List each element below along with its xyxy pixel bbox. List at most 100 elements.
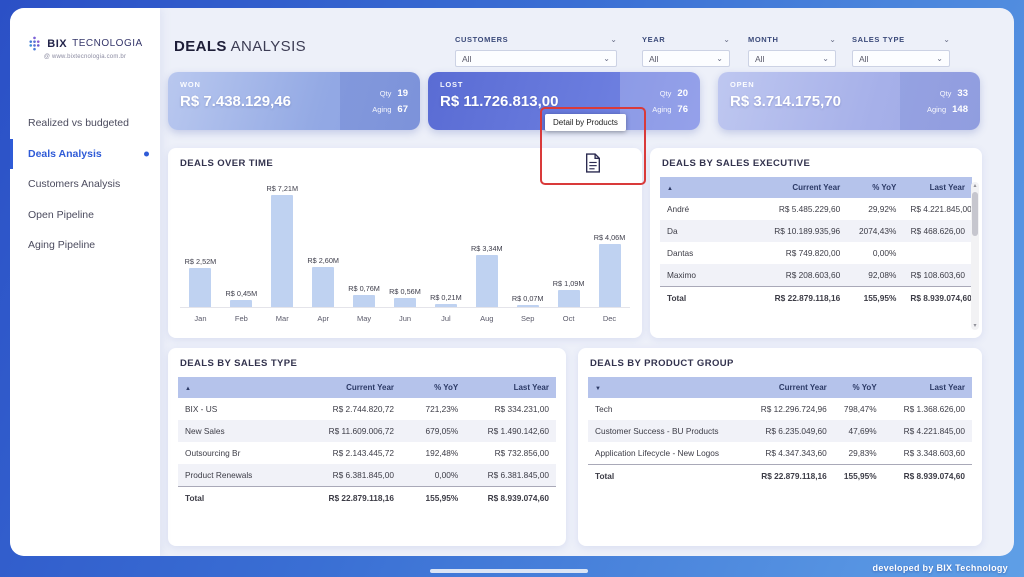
- bar-value-label: R$ 1,09M: [553, 279, 585, 288]
- bar-group-sep[interactable]: R$ 0,07M: [507, 294, 548, 307]
- sidebar-item-open-pipeline[interactable]: Open Pipeline: [10, 200, 160, 231]
- bar[interactable]: [435, 304, 457, 307]
- bar-value-label: R$ 0,21M: [430, 293, 462, 302]
- table-cell: R$ 12.296.724,96: [738, 398, 834, 420]
- scroll-down-icon[interactable]: ▾: [971, 322, 979, 330]
- deals-by-sales-type-card: DEALS BY SALES TYPE ▲ Current Year % YoY…: [168, 348, 566, 546]
- table-cell: R$ 8.939.074,60: [884, 465, 972, 488]
- bar[interactable]: [394, 298, 416, 307]
- page-title-light: ANALYSIS: [227, 38, 306, 55]
- chevron-down-icon: ⌄: [936, 56, 943, 62]
- bar-group-feb[interactable]: R$ 0,45M: [221, 289, 262, 307]
- sidebar-item-aging-pipeline[interactable]: Aging Pipeline: [10, 230, 160, 261]
- table-cell: R$ 11.609.006,72: [288, 420, 401, 442]
- table-row[interactable]: DantasR$ 749.820,000,00%: [660, 242, 972, 264]
- scroll-up-icon[interactable]: ▴: [971, 182, 979, 190]
- bar-group-may[interactable]: R$ 0,76M: [344, 284, 385, 307]
- table-row[interactable]: BIX - USR$ 2.744.820,72721,23%R$ 334.231…: [178, 398, 556, 420]
- chevron-down-icon[interactable]: ⌄: [829, 37, 836, 43]
- bottom-indicator: [430, 569, 588, 573]
- column-header-last-year[interactable]: Last Year: [465, 377, 556, 398]
- chevron-down-icon[interactable]: ⌄: [723, 37, 730, 43]
- table-total-row[interactable]: TotalR$ 22.879.118,16155,95%R$ 8.939.074…: [588, 465, 972, 488]
- bar-group-mar[interactable]: R$ 7,21M: [262, 184, 303, 307]
- x-axis-label: Jul: [425, 314, 466, 326]
- bar[interactable]: [189, 268, 211, 307]
- bar-value-label: R$ 7,21M: [266, 184, 298, 193]
- bar-group-jan[interactable]: R$ 2,52M: [180, 257, 221, 307]
- filter-customers-dropdown[interactable]: All ⌄: [455, 50, 617, 67]
- bar-group-dec[interactable]: R$ 4,06M: [589, 233, 630, 307]
- table-row[interactable]: MaximoR$ 208.603,6092,08%R$ 108.603,60: [660, 264, 972, 287]
- column-header-name[interactable]: ▲: [178, 377, 288, 398]
- column-header-name[interactable]: ▼: [588, 377, 738, 398]
- table-cell: 0,00%: [847, 242, 903, 264]
- sidebar-item-deals-analysis[interactable]: Deals Analysis: [10, 139, 160, 170]
- table-cell: R$ 3.348.603,60: [884, 442, 972, 465]
- bar[interactable]: [558, 290, 580, 307]
- column-header-current-year[interactable]: Current Year: [750, 177, 847, 198]
- bar-group-jun[interactable]: R$ 0,56M: [385, 287, 426, 307]
- bar[interactable]: [517, 305, 539, 307]
- sidebar-item-label: Customers Analysis: [28, 178, 120, 190]
- table-cell: 192,48%: [401, 442, 465, 464]
- filter-sales-type-dropdown[interactable]: All ⌄: [852, 50, 950, 67]
- bar[interactable]: [476, 255, 498, 307]
- chevron-down-icon[interactable]: ⌄: [943, 37, 950, 43]
- table-total-row[interactable]: TotalR$ 22.879.118,16155,95%R$ 8.939.074…: [660, 287, 972, 310]
- filter-month: MONTH ⌄ All ⌄: [748, 35, 836, 67]
- column-header-last-year[interactable]: Last Year: [884, 377, 972, 398]
- bar-value-label: R$ 0,07M: [512, 294, 544, 303]
- bar[interactable]: [599, 244, 621, 307]
- page-title: DEALS ANALYSIS: [174, 38, 306, 56]
- scroll-thumb[interactable]: [972, 192, 978, 236]
- table-row[interactable]: Application Lifecycle - New LogosR$ 4.34…: [588, 442, 972, 465]
- sidebar-item-realized-vs-budgeted[interactable]: Realized vs budgeted: [10, 108, 160, 139]
- table-row[interactable]: Customer Success - BU ProductsR$ 6.235.0…: [588, 420, 972, 442]
- sidebar-item-customers-analysis[interactable]: Customers Analysis: [10, 169, 160, 200]
- kpi-qty-label: Qty: [380, 89, 392, 98]
- sales-type-table: ▲ Current Year % YoY Last Year BIX - USR…: [178, 377, 556, 509]
- table-scrollbar[interactable]: ▴ ▾: [971, 182, 979, 330]
- chevron-down-icon[interactable]: ⌄: [610, 37, 617, 43]
- column-header-name[interactable]: ▲: [660, 177, 750, 198]
- sort-icon: ▲: [667, 186, 673, 192]
- table-row[interactable]: AndréR$ 5.485.229,6029,92%R$ 4.221.845,0…: [660, 198, 972, 220]
- table-row[interactable]: New SalesR$ 11.609.006,72679,05%R$ 1.490…: [178, 420, 556, 442]
- kpi-stats: Qty19 Aging67: [340, 72, 420, 130]
- table-row[interactable]: TechR$ 12.296.724,96798,47%R$ 1.368.626,…: [588, 398, 972, 420]
- kpi-aging-value: 67: [397, 104, 408, 115]
- column-header-current-year[interactable]: Current Year: [288, 377, 401, 398]
- footer-credit: developed by BIX Technology: [873, 563, 1008, 573]
- bar-group-aug[interactable]: R$ 3,34M: [466, 244, 507, 307]
- table-row[interactable]: Product RenewalsR$ 6.381.845,000,00%R$ 6…: [178, 464, 556, 487]
- bar-group-oct[interactable]: R$ 1,09M: [548, 279, 589, 307]
- column-header-yoy[interactable]: % YoY: [834, 377, 884, 398]
- table-total-row[interactable]: TotalR$ 22.879.118,16155,95%R$ 8.939.074…: [178, 487, 556, 510]
- filter-year-dropdown[interactable]: All ⌄: [642, 50, 730, 67]
- table-cell: R$ 4.221.845,00: [903, 198, 972, 220]
- bar[interactable]: [230, 300, 252, 307]
- table-row[interactable]: DaR$ 10.189.935,962074,43%R$ 468.626,00: [660, 220, 972, 242]
- chevron-down-icon: ⌄: [822, 56, 829, 62]
- table-row[interactable]: Outsourcing BrR$ 2.143.445,72192,48%R$ 7…: [178, 442, 556, 464]
- table-cell: 155,95%: [834, 465, 884, 488]
- bar[interactable]: [271, 195, 293, 307]
- column-header-last-year[interactable]: Last Year: [903, 177, 972, 198]
- table-cell: R$ 6.235.049,60: [738, 420, 834, 442]
- filter-month-dropdown[interactable]: All ⌄: [748, 50, 836, 67]
- sidebar-item-label: Deals Analysis: [28, 148, 102, 160]
- page-title-bold: DEALS: [174, 38, 227, 55]
- column-header-yoy[interactable]: % YoY: [847, 177, 903, 198]
- table-cell: Application Lifecycle - New Logos: [588, 442, 738, 465]
- bar-value-label: R$ 4,06M: [594, 233, 626, 242]
- column-header-current-year[interactable]: Current Year: [738, 377, 834, 398]
- bar[interactable]: [353, 295, 375, 307]
- bar-group-apr[interactable]: R$ 2,60M: [303, 256, 344, 307]
- table-cell: R$ 749.820,00: [750, 242, 847, 264]
- detail-by-products-button[interactable]: [583, 151, 604, 178]
- bar[interactable]: [312, 267, 334, 307]
- bar-group-jul[interactable]: R$ 0,21M: [425, 293, 466, 307]
- column-header-yoy[interactable]: % YoY: [401, 377, 465, 398]
- kpi-qty-value: 33: [957, 88, 968, 99]
